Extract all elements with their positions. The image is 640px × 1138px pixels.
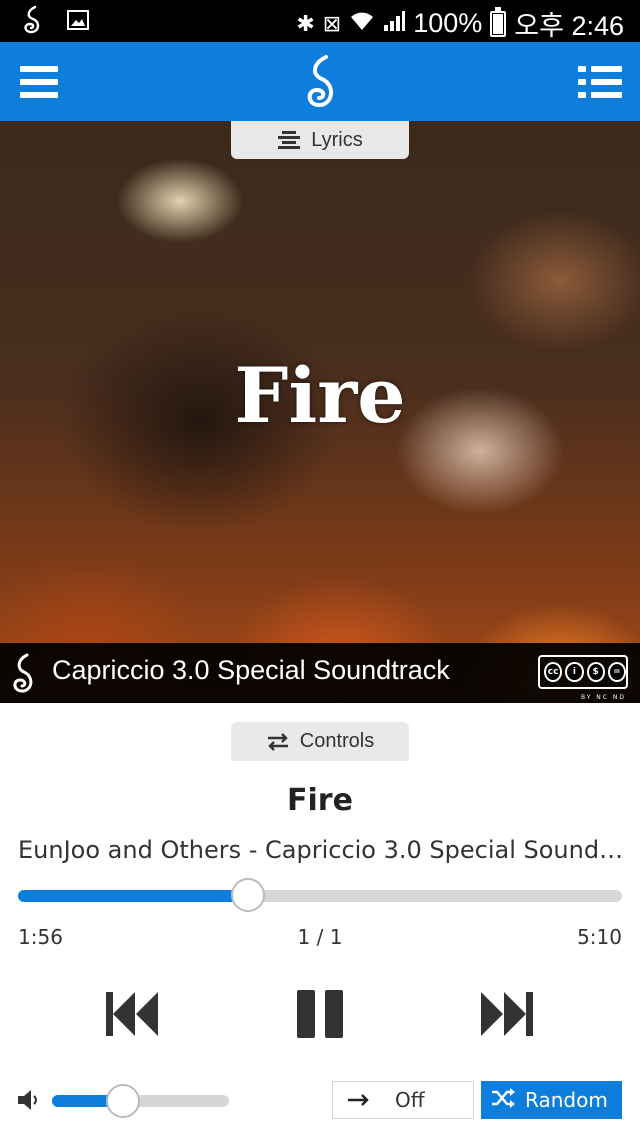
bluetooth-icon: ✱ — [296, 10, 315, 36]
status-bar: ✱ ⊠ 100% 오후 2:46 — [0, 0, 640, 42]
skip-next-icon — [481, 992, 533, 1036]
volume-handle[interactable] — [105, 1084, 140, 1118]
swap-icon — [266, 732, 290, 752]
tab-lyrics-label: Lyrics — [311, 128, 363, 151]
banner-logo-icon — [8, 653, 38, 695]
menu-icon[interactable] — [20, 66, 58, 98]
tab-lyrics[interactable]: Lyrics — [231, 121, 409, 159]
clock: 오후 2:46 — [514, 11, 624, 41]
image-notification-icon — [64, 6, 92, 34]
volume-slider[interactable] — [52, 1084, 229, 1118]
skip-previous-icon — [106, 992, 158, 1036]
tab-controls-label: Controls — [299, 730, 375, 752]
shuffle-button[interactable]: Random — [481, 1081, 622, 1119]
vibrate-icon: ⊠ — [322, 10, 342, 36]
track-index: 1 / 1 — [297, 925, 343, 949]
duration: 5:10 — [577, 925, 622, 949]
next-button[interactable] — [477, 989, 537, 1039]
seek-bar[interactable] — [18, 878, 622, 912]
song-title: Fire — [287, 783, 353, 818]
song-subtitle: EunJoo and Others - Capriccio 3.0 Specia… — [18, 836, 624, 864]
previous-button[interactable] — [102, 989, 162, 1039]
tab-controls[interactable]: Controls — [231, 722, 409, 761]
album-art-title: Fire — [234, 351, 406, 440]
pause-icon — [297, 990, 343, 1038]
playlist-icon[interactable] — [578, 66, 622, 98]
battery-percent: 100% — [413, 8, 483, 38]
lyrics-icon — [277, 130, 301, 150]
album-art: Fire Capriccio 3.0 Special Soundtrack cc… — [0, 121, 640, 703]
shuffle-icon — [491, 1087, 517, 1113]
seek-fill — [18, 890, 248, 902]
album-banner: Capriccio 3.0 Special Soundtrack cc i $ = B… — [0, 643, 640, 703]
battery-icon — [490, 6, 507, 37]
creative-commons-icon: cc i $ = — [538, 655, 628, 689]
seek-handle[interactable] — [230, 878, 265, 912]
shuffle-label: Random — [525, 1088, 608, 1112]
app-notification-icon — [18, 5, 46, 34]
signal-icon — [383, 10, 406, 38]
banner-text: Capriccio 3.0 Special Soundtrack — [52, 655, 450, 685]
app-logo-icon[interactable] — [300, 54, 340, 110]
wifi-icon — [349, 10, 375, 38]
app-bar — [0, 42, 640, 121]
repeat-button[interactable]: Off — [332, 1081, 474, 1119]
pause-button[interactable] — [290, 989, 350, 1039]
license-label: BY NC ND — [580, 694, 626, 701]
volume-icon[interactable] — [16, 1088, 42, 1112]
repeat-arrow-icon — [347, 1088, 371, 1112]
repeat-label: Off — [395, 1088, 425, 1112]
